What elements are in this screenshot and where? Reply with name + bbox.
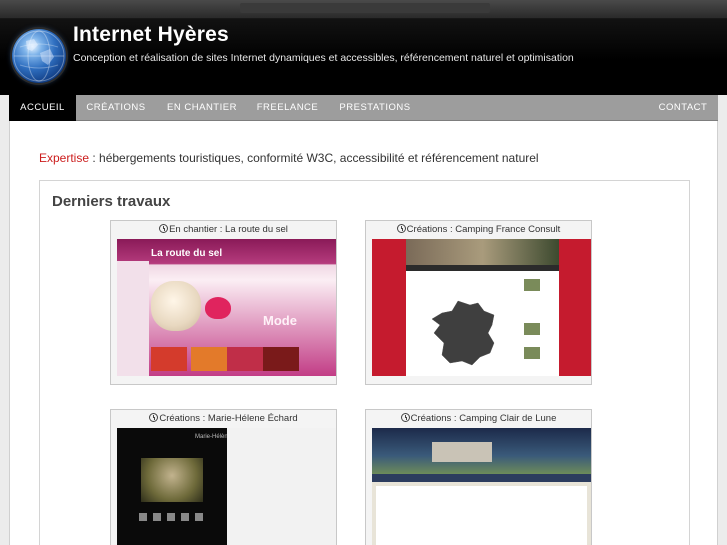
thumb-brand: La route du sel bbox=[151, 248, 223, 259]
clock-icon bbox=[396, 224, 406, 233]
recent-works-box: Derniers travaux En chantier : La route … bbox=[39, 180, 690, 545]
site-tagline: Conception et réalisation de sites Inter… bbox=[73, 52, 574, 64]
work-thumbnail-la-route-du-sel[interactable]: La route du sel Mode bbox=[117, 239, 336, 376]
main-nav: ACCUEIL CRÉATIONS EN CHANTIER FREELANCE … bbox=[9, 95, 718, 121]
nav-freelance[interactable]: FREELANCE bbox=[249, 95, 326, 121]
clock-icon bbox=[149, 413, 159, 422]
work-thumbnail-marie-helene-echard[interactable]: Marie-Hélène Échard bbox=[117, 428, 336, 545]
header-topline bbox=[0, 0, 727, 18]
globe-icon[interactable] bbox=[12, 29, 66, 83]
work-thumbnail-camping-france-consult[interactable] bbox=[372, 239, 591, 376]
nav-accueil[interactable]: ACCUEIL bbox=[9, 95, 76, 121]
france-map-icon bbox=[431, 300, 495, 366]
thumb-badge: Mode bbox=[263, 313, 297, 328]
work-caption-text[interactable]: Créations : Marie-Hélene Échard bbox=[159, 413, 297, 424]
work-caption-text[interactable]: Créations : Camping Clair de Lune bbox=[411, 413, 557, 424]
work-card[interactable]: Créations : Camping Clair de Lune bbox=[365, 409, 592, 545]
work-card[interactable]: Créations : Camping France Consult bbox=[365, 220, 592, 385]
clock-icon bbox=[400, 413, 410, 422]
work-card[interactable]: Créations : Marie-Hélene Échard Marie-Hé… bbox=[110, 409, 337, 545]
work-caption-text[interactable]: Créations : Camping France Consult bbox=[407, 224, 561, 235]
nav-contact[interactable]: CONTACT bbox=[648, 95, 718, 121]
site-title[interactable]: Internet Hyères bbox=[73, 23, 229, 47]
work-caption[interactable]: Créations : Camping France Consult bbox=[366, 221, 591, 239]
expertise-key: Expertise bbox=[39, 151, 90, 165]
work-caption-text[interactable]: En chantier : La route du sel bbox=[169, 224, 288, 235]
work-thumbnail-camping-clair-de-lune[interactable] bbox=[372, 428, 591, 545]
work-caption[interactable]: Créations : Marie-Hélene Échard bbox=[111, 410, 336, 428]
nav-prestations[interactable]: PRESTATIONS bbox=[331, 95, 419, 121]
clock-icon bbox=[159, 224, 169, 233]
site-header: Internet Hyères Conception et réalisatio… bbox=[0, 0, 727, 95]
nav-creations[interactable]: CRÉATIONS bbox=[76, 95, 156, 121]
nav-en-chantier[interactable]: EN CHANTIER bbox=[159, 95, 245, 121]
recent-works-heading: Derniers travaux bbox=[52, 193, 171, 210]
work-card[interactable]: En chantier : La route du sel La route d… bbox=[110, 220, 337, 385]
expertise-line: Expertise : hébergements touristiques, c… bbox=[39, 151, 539, 165]
expertise-text: : hébergements touristiques, conformité … bbox=[89, 151, 539, 165]
main-content: Expertise : hébergements touristiques, c… bbox=[9, 121, 718, 545]
work-caption[interactable]: Créations : Camping Clair de Lune bbox=[366, 410, 591, 428]
work-caption[interactable]: En chantier : La route du sel bbox=[111, 221, 336, 239]
